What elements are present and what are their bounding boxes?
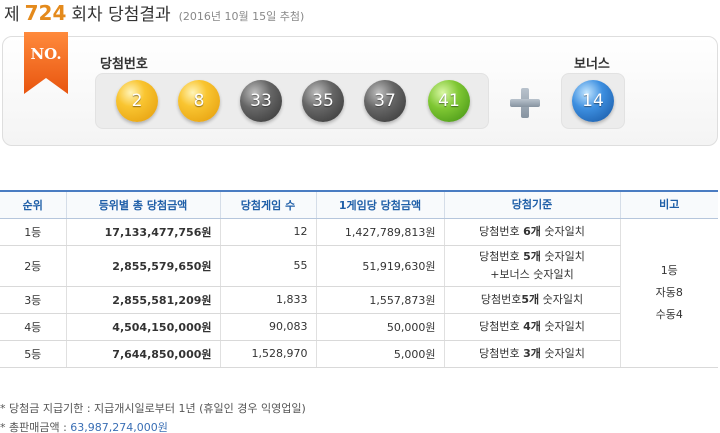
lotto-ball-2: 8 (178, 80, 220, 122)
note-cell: 1등 자동8 수동4 (619, 218, 718, 368)
badge-text: NO. (30, 45, 61, 63)
total-sales-amount: 63,987,274,000원 (70, 421, 168, 433)
winner-count-cell: 90,083 (219, 313, 316, 341)
table-row: 1등 17,133,477,756원 12 1,427,789,813원 당첨번… (0, 218, 718, 368)
note-line: 수동4 (655, 307, 683, 321)
criteria-text: 숫자일치 (540, 224, 585, 238)
header-criteria: 당첨기준 (443, 190, 620, 219)
table-row: 5등 7,644,850,000원 1,528,970 5,000원 당첨번호 … (0, 340, 718, 368)
criteria-line: 당첨번호 5개 숫자일치 (453, 248, 612, 266)
total-sales-note: * 총판매금액 : 63,987,274,000원 (0, 419, 168, 433)
title-suffix: 회차 당첨결과 (71, 5, 171, 25)
round-number: 724 (24, 1, 67, 25)
header-winner-count: 당첨게임 수 (219, 190, 316, 219)
winner-count-cell: 1,833 (219, 286, 316, 314)
rank-cell: 2등 (0, 245, 66, 287)
header-total-prize: 등위별 총 당첨금액 (65, 190, 220, 219)
criteria-text: 당첨번호 (480, 292, 522, 306)
criteria-text: 당첨번호 (479, 319, 524, 333)
criteria-text: 숫자일치 (540, 346, 585, 360)
criteria-text: 숫자일치 (540, 249, 585, 263)
prize-per-game-cell: 51,919,630원 (315, 245, 444, 287)
total-sales-label: * 총판매금액 : (0, 421, 71, 433)
bonus-label: 보너스 (574, 57, 610, 72)
criteria-cell: 당첨번호 5개 숫자일치 +보너스 숫자일치 (443, 245, 620, 287)
criteria-count: 5개 (523, 249, 541, 263)
lotto-ball-3: 33 (240, 80, 282, 122)
criteria-text: 당첨번호 (479, 249, 524, 263)
prize-per-game-cell: 1,427,789,813원 (315, 218, 444, 246)
rank-cell: 5등 (0, 340, 66, 368)
criteria-cell: 당첨번호 3개 숫자일치 (443, 340, 620, 368)
draw-date: (2016년 10월 15일 추첨) (178, 10, 305, 23)
criteria-cell: 당첨번호5개 숫자일치 (443, 286, 620, 314)
winner-count-cell: 55 (219, 245, 316, 287)
lotto-ball-5: 37 (364, 80, 406, 122)
title-prefix: 제 (4, 5, 20, 25)
total-prize-cell: 2,855,579,650원 (65, 245, 220, 287)
no-ribbon-icon: NO. (24, 32, 68, 94)
winner-count-cell: 12 (219, 218, 316, 246)
total-prize-cell: 17,133,477,756원 (65, 218, 220, 246)
table-row: 4등 4,504,150,000원 90,083 50,000원 당첨번호 4개… (0, 313, 718, 341)
total-prize-cell: 2,855,581,209원 (65, 286, 220, 314)
criteria-count: 5개 (521, 292, 540, 306)
criteria-count: 4개 (523, 319, 541, 333)
rank-cell: 4등 (0, 313, 66, 341)
rank-cell: 1등 (0, 218, 66, 246)
prize-per-game-cell: 5,000원 (315, 340, 444, 368)
header-note: 비고 (619, 190, 718, 219)
note-line: 자동8 (655, 285, 683, 299)
lotto-ball-4: 35 (302, 80, 344, 122)
prize-per-game-cell: 1,557,873원 (315, 286, 444, 314)
criteria-text: 숫자일치 (540, 319, 585, 333)
criteria-text: 당첨번호 (479, 224, 524, 238)
payment-deadline-note: * 당첨금 지급기한 : 지급개시일로부터 1년 (휴일인 경우 익영업일) (0, 402, 306, 415)
criteria-cell: 당첨번호 4개 숫자일치 (443, 313, 620, 341)
table-header-row: 순위 등위별 총 당첨금액 당첨게임 수 1게임당 당첨금액 당첨기준 비고 (0, 190, 718, 219)
rank-cell: 3등 (0, 286, 66, 314)
lotto-ball-1: 2 (116, 80, 158, 122)
total-prize-cell: 4,504,150,000원 (65, 313, 220, 341)
criteria-text: 숫자일치 (539, 292, 584, 306)
header-prize-per-game: 1게임당 당첨금액 (315, 190, 444, 219)
lotto-ball-6: 41 (428, 80, 470, 122)
criteria-text: 당첨번호 (479, 346, 524, 360)
winner-count-cell: 1,528,970 (219, 340, 316, 368)
header-rank: 순위 (0, 190, 66, 219)
prize-results-table: 순위 등위별 총 당첨금액 당첨게임 수 1게임당 당첨금액 당첨기준 비고 1… (0, 190, 718, 368)
winning-numbers-label: 당첨번호 (100, 57, 148, 72)
draw-title: 제 724 회차 당첨결과 (2016년 10월 15일 추첨) (4, 0, 304, 26)
note-line: 1등 (660, 263, 678, 277)
criteria-count: 3개 (523, 346, 541, 360)
bonus-ball: 14 (572, 80, 614, 122)
criteria-cell: 당첨번호 6개 숫자일치 (443, 218, 620, 246)
plus-icon (510, 88, 540, 118)
table-row: 3등 2,855,581,209원 1,833 1,557,873원 당첨번호5… (0, 286, 718, 314)
criteria-line-bonus: +보너스 숫자일치 (490, 267, 574, 281)
table-row: 2등 2,855,579,650원 55 51,919,630원 당첨번호 5개… (0, 245, 718, 287)
criteria-count: 6개 (523, 224, 541, 238)
total-prize-cell: 7,644,850,000원 (65, 340, 220, 368)
prize-per-game-cell: 50,000원 (315, 313, 444, 341)
